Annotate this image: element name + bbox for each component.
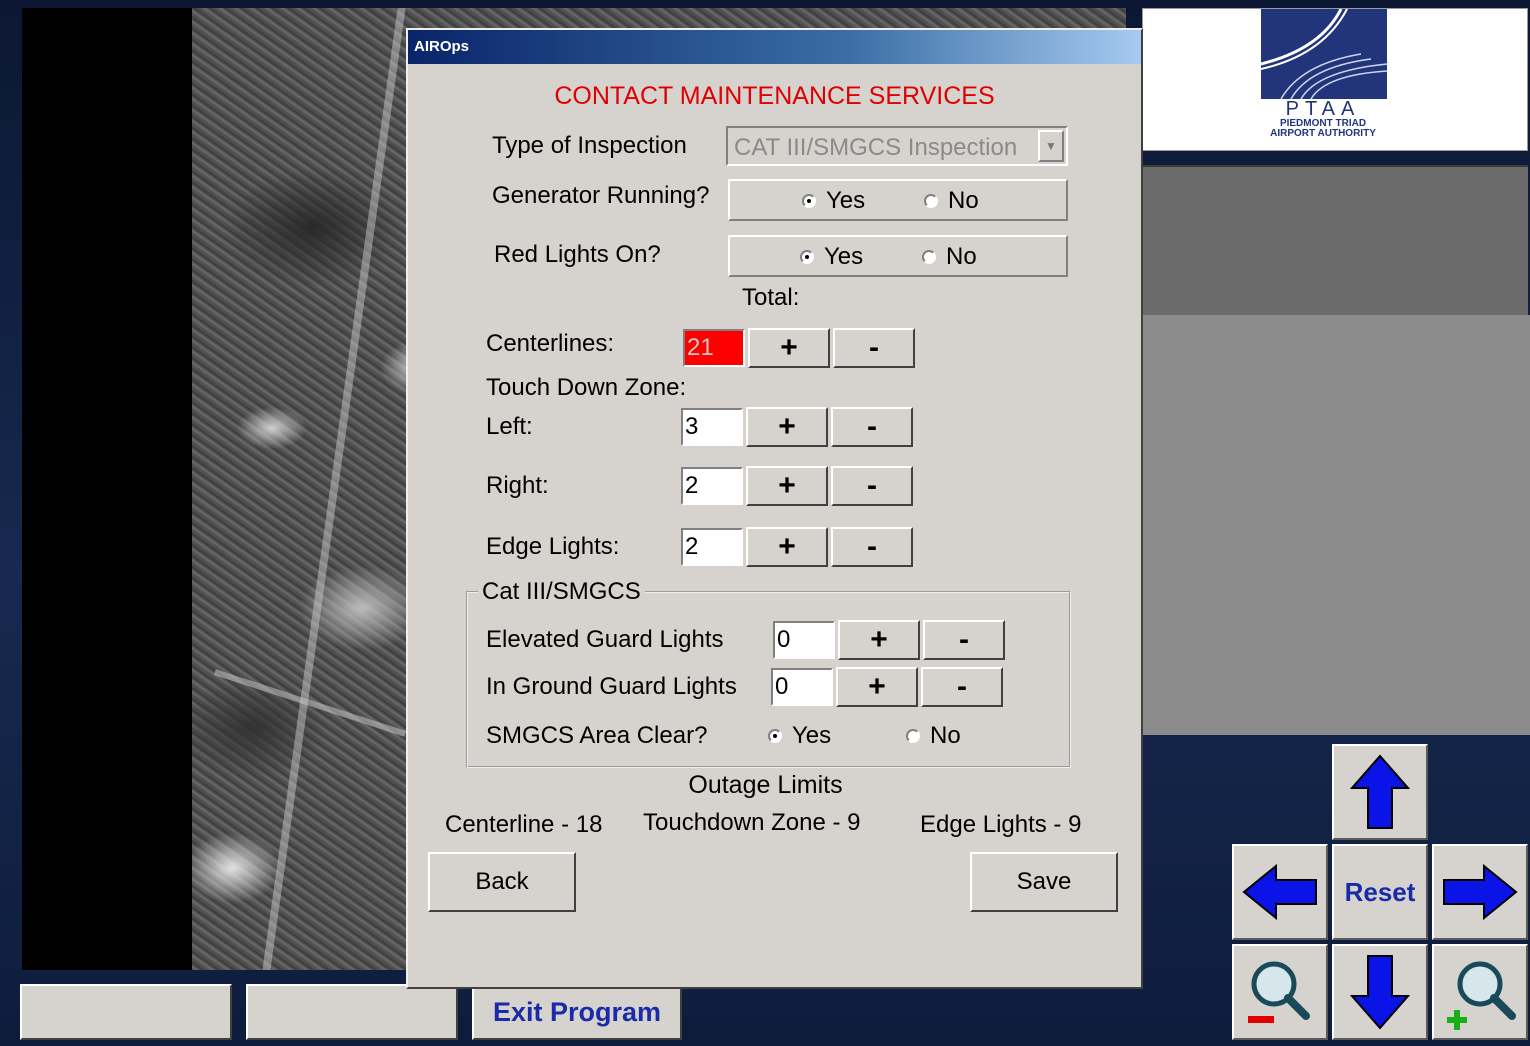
- dialog-heading: CONTACT MAINTENANCE SERVICES: [554, 82, 995, 110]
- red-lights-group: Yes No: [728, 235, 1068, 277]
- type-of-inspection-label: Type of Inspection: [492, 132, 687, 159]
- tdz-right-label: Right:: [486, 472, 549, 499]
- bottom-button-2[interactable]: [246, 984, 458, 1040]
- dialog-title: AIROps: [414, 38, 470, 55]
- pan-right-button[interactable]: [1432, 844, 1528, 940]
- map-left-border: [22, 8, 202, 970]
- smgcs-yes-label: Yes: [792, 722, 832, 749]
- logo-abbr: PTAA: [1285, 98, 1361, 120]
- inspection-type-value: CAT III/SMGCS Inspection: [734, 134, 1018, 161]
- save-button[interactable]: Save: [970, 852, 1118, 912]
- tdz-left-minus-button[interactable]: -: [831, 407, 913, 447]
- logo-text: PTAA PIEDMONT TRIAD AIRPORT AUTHORITY: [1253, 99, 1393, 139]
- arrow-up-icon: [1350, 754, 1410, 829]
- tdz-right-minus-button[interactable]: -: [831, 466, 913, 506]
- pan-left-button[interactable]: [1232, 844, 1328, 940]
- tdz-right-plus-button[interactable]: +: [746, 466, 828, 506]
- arrow-right-icon: [1443, 864, 1518, 920]
- zoom-in-button[interactable]: [1432, 944, 1528, 1040]
- exit-program-button[interactable]: Exit Program: [472, 984, 682, 1040]
- smgcs-yes-radio[interactable]: Yes: [768, 722, 831, 750]
- smgcs-area-clear-label: SMGCS Area Clear?: [486, 722, 708, 749]
- elevated-guard-lights-label: Elevated Guard Lights: [486, 626, 724, 653]
- zoom-in-icon: [1447, 961, 1516, 1030]
- zoom-out-icon: [1248, 961, 1310, 1023]
- generator-no-radio[interactable]: No: [924, 187, 979, 215]
- outage-limits-title: Outage Limits: [688, 771, 843, 799]
- elevated-guard-lights-count[interactable]: 0: [773, 621, 835, 659]
- radio-unselected-icon: [906, 729, 920, 743]
- exit-program-label: Exit Program: [492, 996, 662, 1027]
- ptaa-logo: PTAA PIEDMONT TRIAD AIRPORT AUTHORITY: [1142, 8, 1528, 151]
- outage-centerline-limit: Centerline - 18: [445, 811, 603, 838]
- centerlines-count[interactable]: 21: [683, 329, 745, 367]
- inspection-type-select[interactable]: CAT III/SMGCS Inspection ▼: [726, 126, 1068, 166]
- elevated-guard-lights-plus-button[interactable]: +: [838, 620, 920, 660]
- elevated-guard-lights-minus-button[interactable]: -: [923, 620, 1005, 660]
- reset-label: Reset: [1344, 876, 1416, 907]
- centerlines-plus-button[interactable]: +: [748, 328, 830, 368]
- tdz-left-label: Left:: [486, 413, 533, 440]
- total-label: Total:: [742, 284, 800, 311]
- in-ground-guard-lights-plus-button[interactable]: +: [836, 667, 918, 707]
- radio-unselected-icon: [924, 194, 938, 208]
- generator-running-label: Generator Running?: [492, 182, 710, 209]
- radio-selected-icon: [768, 729, 782, 743]
- pan-down-button[interactable]: [1332, 944, 1428, 1040]
- smgcs-no-radio[interactable]: No: [906, 722, 961, 750]
- arrow-left-icon: [1242, 864, 1317, 920]
- generator-no-label: No: [948, 187, 979, 214]
- radio-unselected-icon: [922, 250, 936, 264]
- cat-iii-smgcs-legend: Cat III/SMGCS: [478, 578, 645, 606]
- radio-selected-icon: [800, 250, 814, 264]
- generator-yes-label: Yes: [826, 187, 866, 214]
- edge-lights-label: Edge Lights:: [486, 533, 620, 560]
- outage-touchdown-limit: Touchdown Zone - 9: [643, 809, 861, 836]
- right-panel-bg: [1142, 315, 1530, 735]
- in-ground-guard-lights-count[interactable]: 0: [771, 668, 833, 706]
- generator-running-group: Yes No: [728, 179, 1068, 221]
- centerlines-label: Centerlines:: [486, 330, 615, 357]
- red-lights-yes-label: Yes: [824, 243, 864, 270]
- red-lights-on-label: Red Lights On?: [494, 241, 661, 268]
- tdz-left-count[interactable]: 3: [681, 408, 743, 446]
- logo-emblem: [1261, 9, 1387, 99]
- arrow-down-icon: [1350, 955, 1410, 1030]
- pan-up-button[interactable]: [1332, 744, 1428, 840]
- red-lights-no-radio[interactable]: No: [922, 243, 977, 271]
- dropdown-arrow-icon[interactable]: ▼: [1038, 130, 1064, 162]
- in-ground-guard-lights-minus-button[interactable]: -: [921, 667, 1003, 707]
- back-button[interactable]: Back: [428, 852, 576, 912]
- red-lights-yes-radio[interactable]: Yes: [800, 243, 863, 271]
- in-ground-guard-lights-label: In Ground Guard Lights: [486, 673, 737, 700]
- edge-lights-count[interactable]: 2: [681, 528, 743, 566]
- logo-line2: AIRPORT AUTHORITY: [1270, 128, 1376, 139]
- maintenance-dialog: AIROps CONTACT MAINTENANCE SERVICES Type…: [406, 28, 1143, 989]
- bottom-button-1[interactable]: [20, 984, 232, 1040]
- edge-lights-minus-button[interactable]: -: [831, 527, 913, 567]
- reset-button[interactable]: Reset: [1332, 844, 1428, 940]
- outage-edge-lights-limit: Edge Lights - 9: [920, 811, 1082, 838]
- touch-down-zone-label: Touch Down Zone:: [486, 374, 687, 401]
- zoom-out-button[interactable]: [1232, 944, 1328, 1040]
- tdz-right-count[interactable]: 2: [681, 467, 743, 505]
- edge-lights-plus-button[interactable]: +: [746, 527, 828, 567]
- tdz-left-plus-button[interactable]: +: [746, 407, 828, 447]
- radio-selected-icon: [802, 194, 816, 208]
- smgcs-no-label: No: [930, 722, 961, 749]
- dialog-titlebar[interactable]: AIROps: [408, 30, 1141, 64]
- centerlines-minus-button[interactable]: -: [833, 328, 915, 368]
- info-panel: [1142, 165, 1528, 315]
- generator-yes-radio[interactable]: Yes: [802, 187, 865, 215]
- red-lights-no-label: No: [946, 243, 977, 270]
